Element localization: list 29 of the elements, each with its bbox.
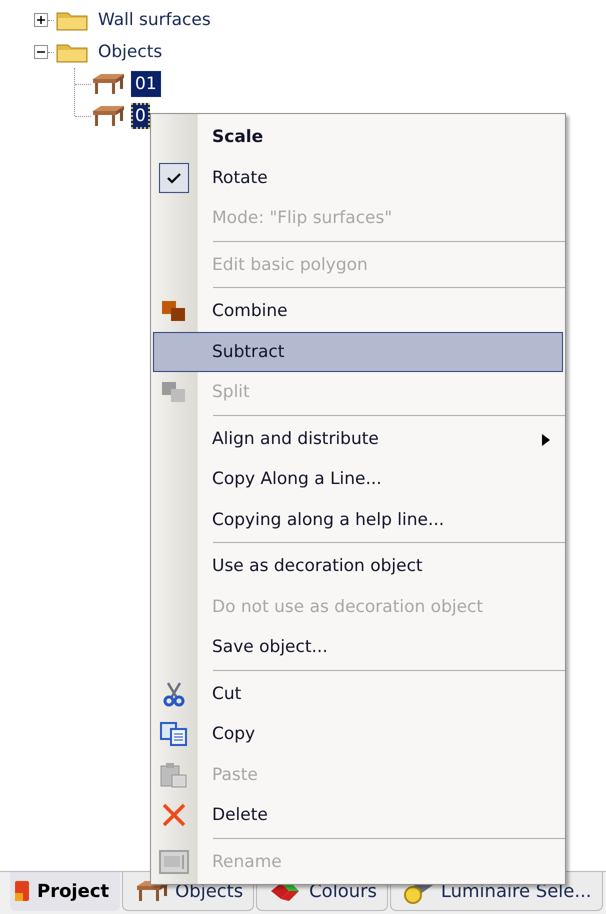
scissors-icon <box>163 680 185 707</box>
tree-item[interactable]: 0 <box>131 103 150 129</box>
table-icon <box>91 72 125 96</box>
clipboard-icon <box>160 762 188 788</box>
menu-item[interactable]: Save object... <box>153 627 563 668</box>
menu-item[interactable]: Copy <box>153 714 563 754</box>
menu-item[interactable]: Combine <box>153 291 563 332</box>
project-icon <box>13 879 31 903</box>
menu-item[interactable]: Use as decoration object <box>153 546 563 586</box>
minus-icon[interactable] <box>34 45 48 59</box>
text-field-icon <box>159 850 189 874</box>
menu-item[interactable]: Copying along a help line... <box>153 500 563 540</box>
menu-item[interactable]: Align and distribute <box>153 418 563 459</box>
overlapping-squares-icon <box>161 381 187 404</box>
menu-item[interactable]: Subtract <box>153 332 563 372</box>
tree-item[interactable]: Objects <box>94 39 166 65</box>
tree-item[interactable]: Wall surfaces <box>94 7 215 33</box>
menu-item[interactable]: Cut <box>153 674 563 714</box>
overlapping-squares-icon <box>161 300 187 322</box>
tab[interactable]: Project <box>10 872 120 911</box>
copy-icon <box>160 722 188 746</box>
tree-item[interactable]: 01 <box>131 71 161 97</box>
menu-item[interactable]: Scale <box>153 117 563 158</box>
menu-item[interactable]: Copy Along a Line... <box>153 459 563 500</box>
menu-item[interactable]: Rotate <box>153 158 563 198</box>
menu-item[interactable]: Delete <box>153 795 563 836</box>
plus-icon[interactable] <box>34 13 48 27</box>
delete-icon <box>161 802 187 828</box>
table-icon <box>91 104 125 128</box>
